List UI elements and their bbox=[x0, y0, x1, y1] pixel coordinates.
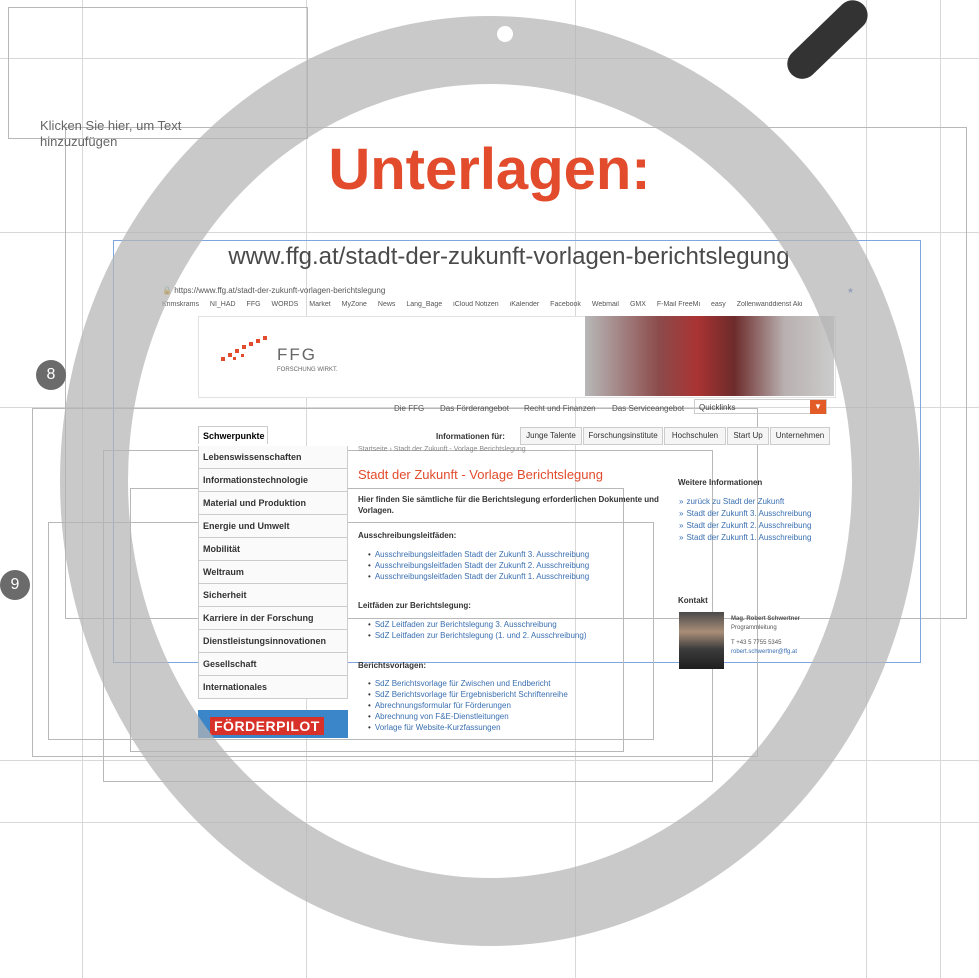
contact-title: Kontakt bbox=[678, 596, 708, 605]
guide-line bbox=[0, 822, 979, 823]
tab-start-up[interactable]: Start Up bbox=[727, 427, 769, 445]
foerderpilot-label: FÖRDERPILOT bbox=[210, 717, 324, 735]
ffg-logo-subtitle: FORSCHUNG WIRKT. bbox=[277, 367, 338, 373]
document-link[interactable]: Vorlage für Website-Kurzfassungen bbox=[368, 722, 568, 733]
section-title: Ausschreibungsleitfäden: bbox=[358, 531, 457, 540]
tab-junge-talente[interactable]: Junge Talente bbox=[520, 427, 582, 445]
contact-phone: T +43 5 7755 5345 bbox=[731, 640, 782, 646]
topnav-item[interactable]: Recht und Finanzen bbox=[524, 404, 596, 413]
related-link[interactable]: Stadt der Zukunft 3. Ausschreibung bbox=[679, 509, 814, 519]
quicklinks-label: Quicklinks bbox=[699, 403, 736, 412]
lock-icon: 🔒 bbox=[162, 286, 172, 295]
document-link[interactable]: Ausschreibungsleitfaden Stadt der Zukunf… bbox=[368, 549, 589, 560]
section-title: Berichtsvorlagen: bbox=[358, 661, 427, 670]
topnav-item[interactable]: Das Serviceangebot bbox=[612, 404, 684, 413]
slide-title[interactable]: Unterlagen: bbox=[0, 136, 979, 203]
ffg-logo-text: FFG bbox=[277, 345, 317, 364]
document-link[interactable]: Abrechnungsformular für Förderungen bbox=[368, 700, 568, 711]
address-text: https://www.ffg.at/stadt-der-zukunft-vor… bbox=[174, 286, 386, 295]
bookmark: Market bbox=[309, 301, 331, 308]
document-link[interactable]: Ausschreibungsleitfaden Stadt der Zukunf… bbox=[368, 571, 589, 582]
address-bar: 🔒 https://www.ffg.at/stadt-der-zukunft-v… bbox=[162, 286, 854, 300]
bookmark: Webmail bbox=[591, 301, 619, 308]
star-icon: ★ bbox=[846, 286, 854, 295]
sidebar-item[interactable]: Material und Produktion bbox=[198, 492, 348, 515]
slide-number-badge[interactable]: 8 bbox=[36, 360, 66, 390]
slide-number-badge[interactable]: 9 bbox=[0, 570, 30, 600]
contact-email[interactable]: robert.schwertner@ffg.at bbox=[731, 648, 800, 657]
link-list: Ausschreibungsleitfaden Stadt der Zukunf… bbox=[368, 549, 589, 582]
bookmark: iKalender bbox=[509, 301, 540, 308]
foerderpilot-banner[interactable]: FÖRDERPILOT bbox=[198, 710, 348, 738]
related-link[interactable]: Stadt der Zukunft 2. Ausschreibung bbox=[679, 521, 814, 531]
bookmark: Lang_Bage bbox=[406, 301, 443, 308]
page-title: Stadt der Zukunft - Vorlage Berichtslegu… bbox=[358, 467, 603, 482]
intro-text: Hier finden Sie sämtliche für die Berich… bbox=[358, 495, 659, 515]
tab-unternehmen[interactable]: Unternehmen bbox=[770, 427, 830, 445]
related-link[interactable]: zurück zu Stadt der Zukunft bbox=[679, 497, 814, 507]
bookmark: easy bbox=[710, 301, 726, 308]
related-links: zurück zu Stadt der Zukunft Stadt der Zu… bbox=[679, 497, 814, 545]
info-label: Informationen für: bbox=[436, 432, 505, 441]
sidebar-item[interactable]: Mobilität bbox=[198, 538, 348, 561]
sidebar-item[interactable]: Energie und Umwelt bbox=[198, 515, 348, 538]
topnav-item[interactable]: Die FFG bbox=[394, 404, 424, 413]
sidebar-right-title: Weitere Informationen bbox=[678, 478, 763, 487]
avatar bbox=[679, 612, 724, 669]
sidebar-menu: Lebenswissenschaften Informationstechnol… bbox=[198, 446, 348, 699]
document-link[interactable]: SdZ Leitfaden zur Berichtslegung 3. Auss… bbox=[368, 619, 587, 630]
bookmark: iCloud Notizen bbox=[453, 301, 499, 308]
bookmarks-bar: Krimskrams NI_HAD FFG WORDS Market MyZon… bbox=[162, 301, 854, 313]
chevron-down-icon[interactable]: ▼ bbox=[810, 400, 826, 414]
slide-url[interactable]: www.ffg.at/stadt-der-zukunft-vorlagen-be… bbox=[0, 243, 979, 271]
bookmark: WORDS bbox=[271, 301, 299, 308]
bookmark: Krimskrams bbox=[162, 301, 199, 308]
rotate-handle[interactable] bbox=[781, 0, 874, 86]
document-link[interactable]: SdZ Berichtsvorlage für Zwischen und End… bbox=[368, 678, 568, 689]
adjust-handle[interactable] bbox=[497, 26, 513, 42]
bookmark: GMX bbox=[629, 301, 646, 308]
bookmark: NI_HAD bbox=[209, 301, 236, 308]
sidebar-item[interactable]: Gesellschaft bbox=[198, 653, 348, 676]
sidebar-item[interactable]: Sicherheit bbox=[198, 584, 348, 607]
topnav-item[interactable]: Das Förderangebot bbox=[440, 404, 509, 413]
sidebar-item[interactable]: Internationales bbox=[198, 676, 348, 699]
bookmark: MyZone bbox=[341, 301, 367, 308]
document-link[interactable]: Ausschreibungsleitfaden Stadt der Zukunf… bbox=[368, 560, 589, 571]
quicklinks-select[interactable]: Quicklinks ▼ bbox=[694, 399, 827, 414]
section-title: Leitfäden zur Berichtslegung: bbox=[358, 601, 471, 610]
bookmark: FFG bbox=[246, 301, 261, 308]
tab-schwerpunkte[interactable]: Schwerpunkte bbox=[198, 426, 268, 444]
contact-name: Mag. Robert Schwertner bbox=[731, 616, 801, 622]
sidebar-item[interactable]: Informationstechnologie bbox=[198, 469, 348, 492]
related-link[interactable]: Stadt der Zukunft 1. Ausschreibung bbox=[679, 533, 814, 543]
sidebar-item[interactable]: Lebenswissenschaften bbox=[198, 446, 348, 469]
sidebar-item[interactable]: Weltraum bbox=[198, 561, 348, 584]
document-link[interactable]: SdZ Leitfaden zur Berichtslegung (1. und… bbox=[368, 630, 587, 641]
sidebar-item[interactable]: Dienstleistungsinnovationen bbox=[198, 630, 348, 653]
bookmark: F-Mail FreeMi bbox=[656, 301, 701, 308]
link-list: SdZ Leitfaden zur Berichtslegung 3. Auss… bbox=[368, 619, 587, 641]
ffg-logo-icon bbox=[221, 336, 267, 361]
bookmark: Facebook bbox=[550, 301, 581, 308]
header-photo bbox=[585, 316, 834, 396]
bookmark: News bbox=[377, 301, 396, 308]
link-list: SdZ Berichtsvorlage für Zwischen und End… bbox=[368, 678, 568, 733]
breadcrumb[interactable]: Startseite › Stadt der Zukunft - Vorlage… bbox=[358, 446, 526, 453]
tab-hochschulen[interactable]: Hochschulen bbox=[664, 427, 726, 445]
tab-forschungsinstitute[interactable]: Forschungsinstitute bbox=[583, 427, 663, 445]
contact-role: Programmleitung bbox=[731, 625, 777, 631]
sidebar-item[interactable]: Karriere in der Forschung bbox=[198, 607, 348, 630]
document-link[interactable]: SdZ Berichtsvorlage für Ergebnisbericht … bbox=[368, 689, 568, 700]
contact-info: Mag. Robert Schwertner Programmleitung T… bbox=[731, 615, 800, 657]
bookmark: Zollenwanddienst Aki bbox=[736, 301, 803, 308]
document-link[interactable]: Abrechnung von F&E-Dienstleitungen bbox=[368, 711, 568, 722]
